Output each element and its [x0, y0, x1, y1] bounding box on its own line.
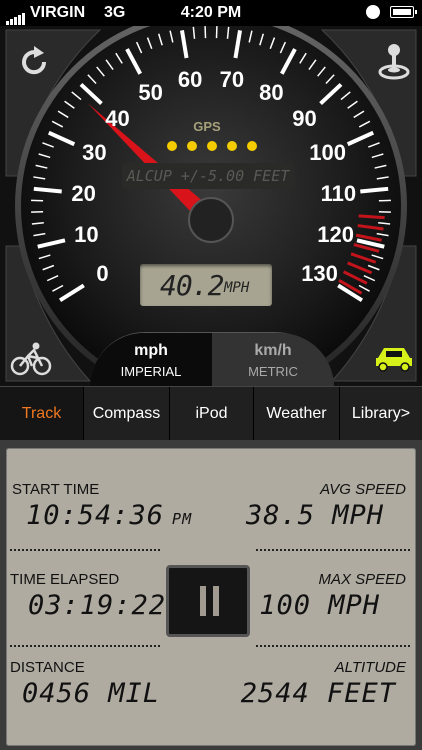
- alarm-clock-icon: [366, 5, 380, 19]
- gps-signal-dot: [207, 141, 217, 151]
- speed-value: 40.2: [160, 269, 224, 302]
- time-elapsed-value: 03:19:22: [28, 590, 167, 621]
- tab-ipod[interactable]: iPod: [170, 387, 254, 441]
- tab-compass[interactable]: Compass: [84, 387, 170, 441]
- tick-label: 0: [96, 260, 109, 286]
- tab-track[interactable]: Track: [0, 387, 84, 441]
- gps-signal-dot: [227, 141, 237, 151]
- tab-library[interactable]: Library>: [340, 387, 422, 441]
- tick-label: 10: [74, 222, 99, 248]
- avg-speed-value: 38.5 MPH: [245, 500, 384, 531]
- start-time-label: START TIME: [12, 481, 100, 498]
- gps-signal-dot: [187, 141, 197, 151]
- unit-toggle: mph IMPERIAL km/h METRIC: [90, 332, 334, 387]
- altitude-label: ALTITUDE: [334, 659, 406, 676]
- gps-signal-dot: [167, 141, 177, 151]
- imperial-label: IMPERIAL: [120, 364, 182, 379]
- kmh-metric-option[interactable]: km/h METRIC: [212, 333, 334, 387]
- speed-readout: 40.2 MPH: [140, 264, 272, 306]
- start-time-digits: 10:54:36: [26, 500, 165, 531]
- divider: [10, 549, 160, 551]
- status-bar: VIRGIN 3G 4:20 PM: [0, 0, 422, 26]
- mph-label: mph: [134, 342, 168, 359]
- start-time-value: 10:54:36 PM: [26, 500, 192, 531]
- tab-bar: Track Compass iPod Weather Library>: [0, 386, 422, 442]
- tick-label: 20: [71, 180, 96, 206]
- distance-label: DISTANCE: [10, 659, 85, 676]
- track-panel-area: START TIME 10:54:36 PM AVG SPEED 38.5 MPH…: [0, 440, 422, 750]
- tick-label: 120: [317, 222, 354, 248]
- divider: [256, 645, 410, 647]
- battery-icon: [390, 6, 417, 18]
- speed-unit: MPH: [224, 280, 250, 296]
- mph-imperial-option[interactable]: mph IMPERIAL: [90, 333, 212, 387]
- metric-label: METRIC: [248, 364, 298, 379]
- gps-label: GPS: [193, 119, 221, 134]
- tick-label: 90: [292, 105, 317, 131]
- speedometer-area: 0 10 20 30 40 50 60 70 80 90 100 110 120 130 GPS ALCU…: [0, 26, 422, 387]
- tick-label: 30: [82, 140, 107, 166]
- tick-label: 80: [259, 80, 284, 106]
- tab-weather[interactable]: Weather: [254, 387, 340, 441]
- avg-speed-label: AVG SPEED: [320, 481, 406, 498]
- max-speed-label: MAX SPEED: [318, 571, 406, 588]
- major-tick: [33, 186, 62, 194]
- refresh-icon[interactable]: [14, 42, 54, 82]
- joystick-icon[interactable]: [372, 40, 416, 84]
- start-time-suffix: PM: [172, 510, 193, 528]
- tick-label: 130: [301, 260, 338, 286]
- kmh-label: km/h: [254, 342, 292, 359]
- max-speed-value: 100 MPH: [259, 590, 380, 621]
- time-elapsed-label: TIME ELAPSED: [10, 571, 120, 588]
- tick-label: 100: [309, 140, 346, 166]
- altitude-value: 2544 FEET: [240, 678, 396, 709]
- tick-label: 40: [105, 105, 130, 131]
- tick-label: 110: [320, 180, 357, 206]
- gps-signal-dot: [247, 141, 257, 151]
- car-icon[interactable]: [374, 344, 414, 372]
- distance-value: 0456 MIL: [22, 678, 161, 709]
- redline-tick: [358, 214, 385, 220]
- major-tick: [360, 186, 389, 194]
- divider: [256, 549, 410, 551]
- bicycle-icon[interactable]: [10, 338, 52, 378]
- pause-button[interactable]: [166, 565, 250, 637]
- gps-accuracy-display: ALCUP +/-5.00 FEET: [122, 163, 294, 189]
- track-panel: START TIME 10:54:36 PM AVG SPEED 38.5 MPH…: [6, 448, 416, 746]
- status-time: 4:20 PM: [180, 4, 242, 21]
- divider: [10, 645, 160, 647]
